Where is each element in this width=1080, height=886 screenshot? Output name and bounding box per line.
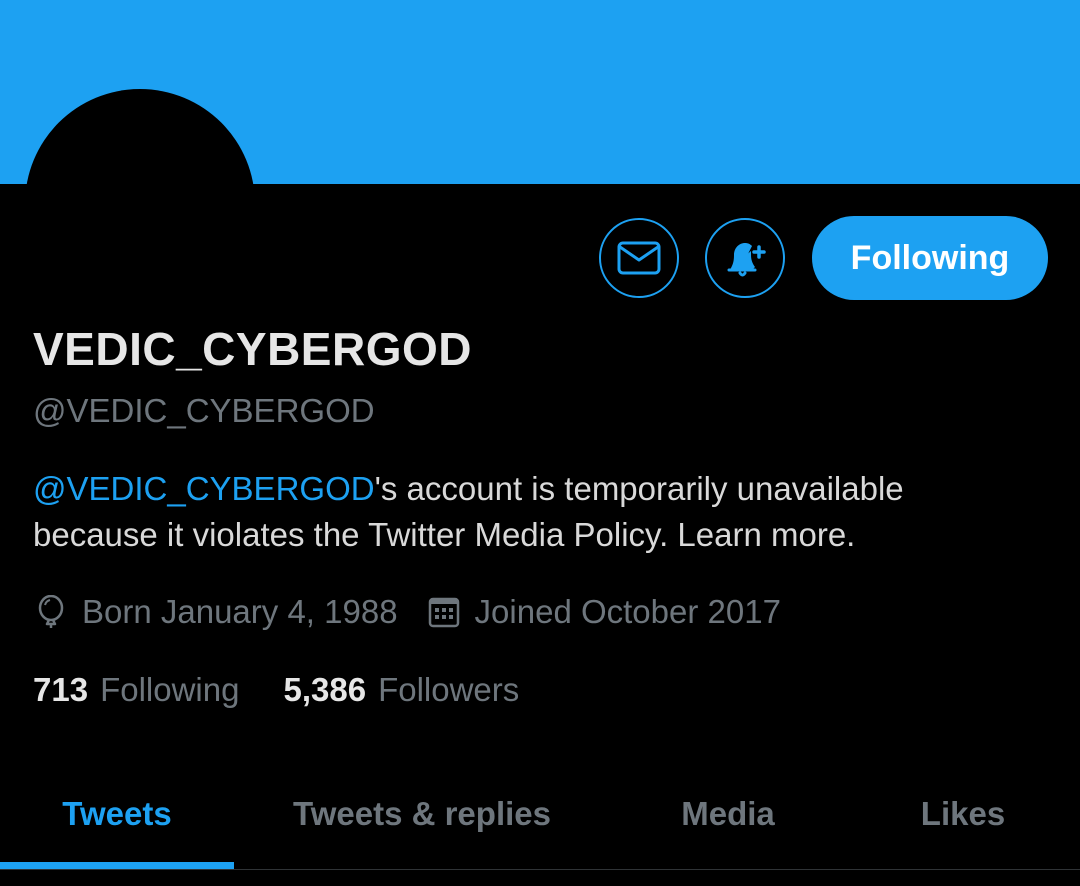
birthday-item: Born January 4, 1988	[33, 593, 398, 631]
avatar[interactable]	[25, 89, 255, 319]
followers-stat[interactable]: 5,386 Followers	[283, 671, 519, 709]
message-button[interactable]	[599, 218, 679, 298]
following-stat[interactable]: 713 Following	[33, 671, 239, 709]
display-name: VEDIC_CYBERGOD	[33, 323, 472, 375]
tab-media[interactable]: Media	[610, 760, 846, 868]
balloon-icon	[33, 594, 69, 630]
active-tab-indicator	[0, 862, 234, 869]
bio-mention-link[interactable]: @VEDIC_CYBERGOD	[33, 470, 375, 507]
bio-text-line2: because it violates the Twitter Media Po…	[33, 516, 856, 553]
tab-tweets[interactable]: Tweets	[0, 760, 234, 868]
following-count: 713	[33, 671, 89, 708]
following-label: Following	[100, 671, 240, 708]
profile-page: Following VEDIC_CYBERGOD @VEDIC_CYBERGOD…	[0, 0, 1080, 886]
bio-notice: @VEDIC_CYBERGOD's account is temporarily…	[33, 466, 1033, 558]
calendar-icon	[426, 594, 462, 630]
joined-text: Joined October 2017	[474, 593, 781, 630]
followers-count: 5,386	[283, 671, 367, 708]
profile-meta: Born January 4, 1988 Joined October 2017	[33, 590, 781, 634]
envelope-icon	[617, 241, 661, 275]
followers-label: Followers	[378, 671, 520, 708]
notifications-button[interactable]	[705, 218, 785, 298]
bio-text-line1: 's account is temporarily unavailable	[374, 470, 904, 507]
joined-item: Joined October 2017	[426, 593, 781, 631]
following-button[interactable]: Following	[812, 216, 1048, 300]
birthday-text: Born January 4, 1988	[82, 593, 398, 630]
tab-tweets-replies[interactable]: Tweets & replies	[234, 760, 610, 868]
profile-tabs: Tweets Tweets & replies Media Likes	[0, 760, 1080, 870]
profile-stats: 713 Following 5,386 Followers	[33, 668, 519, 712]
tab-likes[interactable]: Likes	[846, 760, 1080, 868]
bell-plus-icon	[722, 237, 768, 279]
handle: @VEDIC_CYBERGOD	[33, 392, 375, 429]
